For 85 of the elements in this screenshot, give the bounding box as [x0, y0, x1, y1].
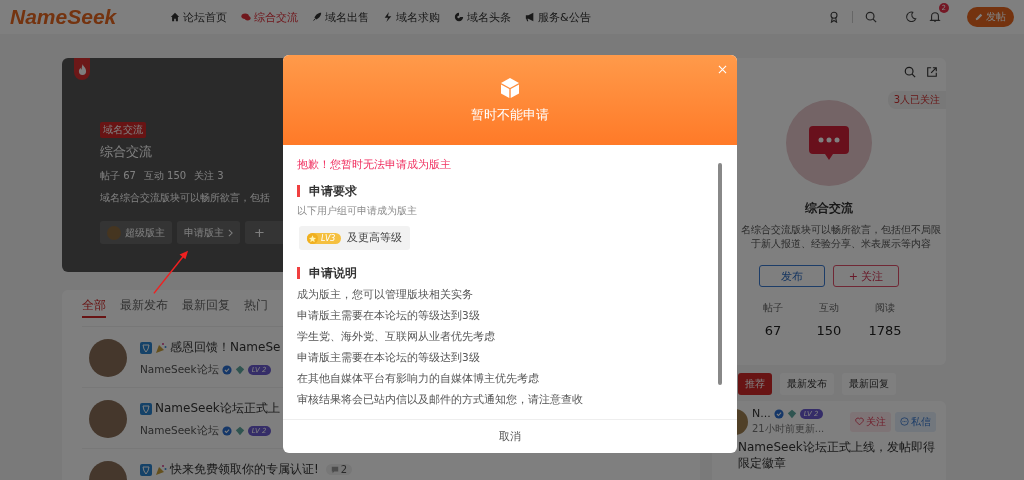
home-icon: [170, 12, 180, 22]
avatar: [89, 400, 127, 438]
stat-value: 150: [816, 323, 842, 338]
author-name[interactable]: NameSeek论坛: [140, 363, 219, 377]
stat-label: 互动: [819, 301, 839, 315]
dialog-title: 暂时不能申请: [471, 106, 549, 124]
forum-stat: 互动 150: [143, 169, 187, 183]
chat-icon: [900, 417, 909, 426]
forum-title: 综合交流: [805, 200, 853, 217]
verified-icon: [221, 426, 232, 436]
info-line: 在其他自媒体平台有影响力的自媒体博主优先考虑: [297, 371, 540, 386]
category-tag: 域名交流: [100, 122, 146, 138]
megaphone-icon: [525, 12, 535, 22]
section-heading: 申请说明: [297, 267, 703, 279]
follow-button[interactable]: + 关注: [833, 265, 899, 287]
shield-icon: [140, 402, 152, 415]
star-icon: [307, 232, 318, 244]
stat-value: 1785: [868, 323, 902, 338]
section-note: 以下用户组可申请成为版主: [297, 205, 418, 218]
medal-badge-icon: [234, 365, 245, 375]
info-line: 学生党、海外党、互联网从业者优先考虑: [297, 329, 496, 344]
forum-stat: 帖子 67: [100, 169, 136, 183]
share-icon[interactable]: [926, 66, 938, 78]
info-line: 成为版主，您可以管理版块相关实务: [297, 287, 474, 302]
cancel-button[interactable]: 取消: [493, 428, 527, 445]
feed-tab[interactable]: 最新回复: [182, 298, 230, 318]
nav-link[interactable]: 域名头条: [454, 9, 511, 25]
feed-tab[interactable]: 全部: [82, 298, 106, 318]
heart-icon: [855, 417, 864, 426]
search-icon[interactable]: [904, 66, 916, 78]
publish-button[interactable]: 发布: [759, 265, 825, 287]
medal-badge-icon: [786, 408, 797, 419]
post-title[interactable]: NameSeek论坛正式上: [155, 400, 280, 417]
author-name[interactable]: N...: [752, 407, 771, 420]
forum-stat: 关注 3: [194, 169, 224, 183]
shield-icon: [140, 341, 152, 354]
sidebar-tab[interactable]: 最新发布: [780, 373, 834, 395]
comment-icon: [330, 465, 339, 474]
level-badge: LV3: [307, 232, 342, 244]
stat-label: 帖子: [763, 301, 783, 315]
sidebar-tab[interactable]: 最新回复: [842, 373, 896, 395]
bell-icon[interactable]: [929, 11, 941, 23]
nav-link[interactable]: 服务&公告: [525, 9, 591, 25]
verified-icon: [773, 408, 784, 419]
avatar: [89, 339, 127, 377]
requirement-text: 及更高等级: [347, 231, 403, 245]
info-line: 申请版主需要在本论坛的等级达到3级: [297, 308, 481, 323]
author-name[interactable]: NameSeek论坛: [140, 424, 219, 438]
nav-link[interactable]: 域名求购: [383, 9, 440, 25]
moon-icon[interactable]: [905, 11, 917, 23]
error-message: 抱歉！您暂时无法申请成为版主: [297, 157, 452, 172]
follow-button[interactable]: 关注: [850, 411, 891, 432]
medal-icon[interactable]: [828, 11, 840, 23]
sidebar-tab[interactable]: 推荐: [738, 373, 772, 395]
post-button[interactable]: 发帖: [967, 7, 1014, 27]
verified-icon: [221, 365, 232, 375]
site-logo[interactable]: NameSeek: [10, 5, 170, 29]
nav-link[interactable]: 综合交流: [241, 9, 298, 25]
feed-tab[interactable]: 最新发布: [120, 298, 168, 318]
message-button[interactable]: 私信: [895, 411, 936, 432]
flame-icon: [77, 63, 87, 75]
cube-icon: [500, 76, 520, 99]
chevron-right-icon: [228, 228, 233, 237]
post-title[interactable]: 感恩回馈！NameSe: [170, 339, 281, 356]
forum-description: 名综合交流版块可以畅所欲言，包括但不局限于新人报道、经验分享、米表展示等内容: [740, 223, 942, 251]
bolt-icon: [383, 12, 393, 22]
shield-icon: [140, 463, 152, 476]
nav-link[interactable]: 论坛首页: [170, 9, 227, 25]
forum-title: 综合交流: [100, 143, 152, 161]
section-heading: 申请要求: [297, 185, 703, 197]
follower-count: 3人已关注: [887, 91, 946, 109]
feed-tab[interactable]: 热门: [244, 298, 268, 318]
medal-badge-icon: [234, 426, 245, 436]
chat-bubble-icon: [809, 126, 849, 160]
search-icon[interactable]: [865, 11, 877, 23]
stat-value: 67: [764, 323, 782, 338]
forum-description: 域名综合交流版块可以畅所欲言，包括: [100, 191, 270, 205]
post-title[interactable]: 快来免费领取你的专属认证!: [170, 461, 319, 478]
pencil-icon: [975, 13, 983, 21]
info-line: 审核结果将会已站内信以及邮件的方式通知您，请注意查收: [297, 392, 584, 407]
post-title[interactable]: NameSeek论坛正式上线，发帖即得限定徽章: [722, 439, 936, 471]
info-line: 申请版主需要在本论坛的等级达到3级: [297, 350, 481, 365]
stat-label: 阅读: [875, 301, 895, 315]
reply-count: 2: [325, 464, 353, 475]
nav-link[interactable]: 域名出售: [312, 9, 369, 25]
